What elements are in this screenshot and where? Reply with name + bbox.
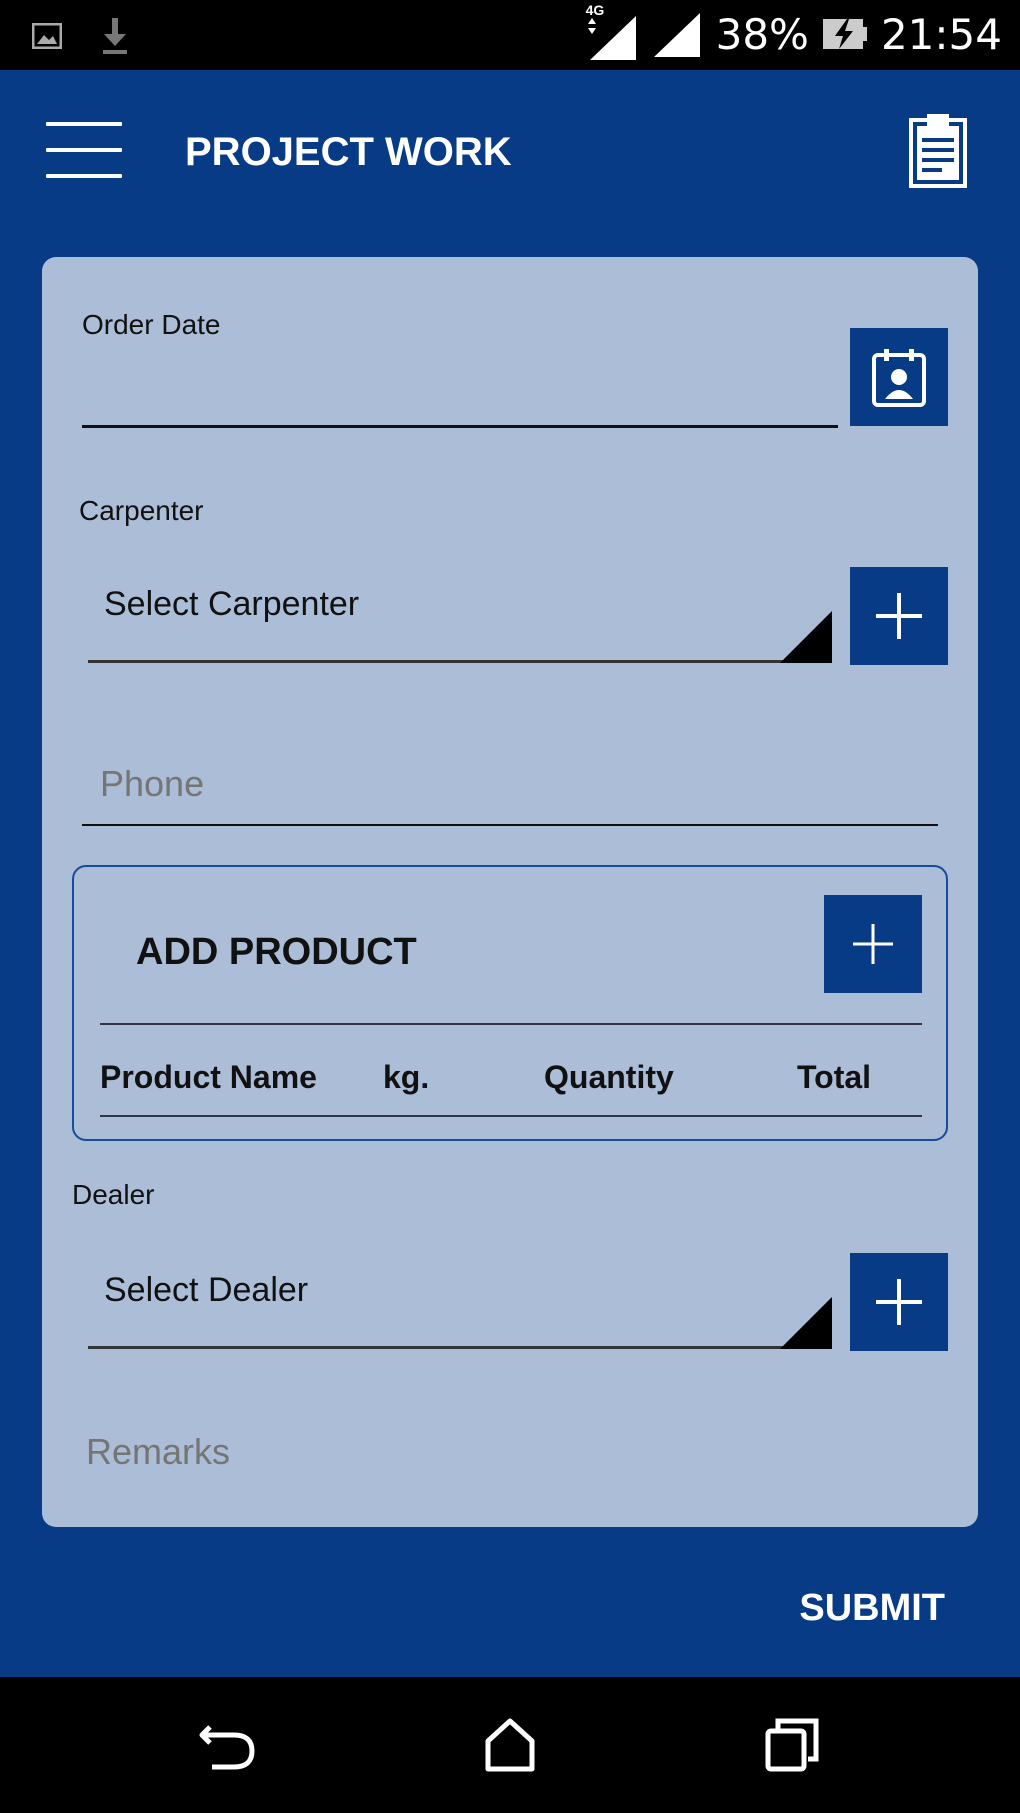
submit-button[interactable]: SUBMIT bbox=[799, 1587, 945, 1630]
add-dealer-button[interactable] bbox=[850, 1253, 948, 1351]
hamburger-icon bbox=[46, 122, 122, 126]
back-button[interactable] bbox=[196, 1713, 260, 1777]
home-icon bbox=[485, 1718, 535, 1772]
add-carpenter-button[interactable] bbox=[850, 567, 948, 665]
recents-button[interactable] bbox=[760, 1713, 824, 1777]
battery-charging-icon bbox=[822, 19, 867, 49]
calendar-icon bbox=[872, 349, 926, 407]
plus-icon bbox=[876, 1279, 922, 1325]
remarks-input[interactable] bbox=[84, 1423, 938, 1481]
order-date-input[interactable] bbox=[82, 357, 842, 409]
status-indicators: 4G 38% 21:54 bbox=[586, 2, 1002, 62]
page-title: PROJECT WORK bbox=[185, 130, 512, 174]
phone-underline bbox=[82, 824, 938, 826]
order-date-underline bbox=[82, 425, 838, 428]
dropdown-arrow-icon bbox=[780, 611, 832, 663]
clipboard-button[interactable] bbox=[908, 112, 968, 188]
plus-icon bbox=[876, 593, 922, 639]
phone-input[interactable] bbox=[98, 755, 902, 813]
column-quantity: Quantity bbox=[544, 1059, 674, 1095]
add-product-button[interactable] bbox=[824, 895, 922, 993]
notification-icons bbox=[32, 16, 130, 56]
form-card: Order Date Carpenter Select Carpenter AD… bbox=[42, 257, 978, 1527]
column-product-name: Product Name bbox=[100, 1059, 317, 1095]
carpenter-label: Carpenter bbox=[79, 495, 204, 526]
product-table-top-divider bbox=[100, 1023, 922, 1025]
plus-icon bbox=[853, 924, 893, 964]
product-table-header-divider bbox=[100, 1115, 922, 1117]
app-bar: PROJECT WORK bbox=[0, 70, 1020, 235]
recents-icon bbox=[765, 1718, 819, 1772]
image-notification-icon bbox=[32, 23, 62, 49]
battery-percent: 38% bbox=[715, 9, 809, 59]
carpenter-select[interactable]: Select Carpenter bbox=[88, 567, 832, 663]
column-kg: kg. bbox=[383, 1059, 430, 1095]
dealer-selected-value: Select Dealer bbox=[104, 1271, 309, 1309]
clock: 21:54 bbox=[880, 9, 1002, 59]
download-notification-icon bbox=[103, 18, 127, 54]
add-product-title: ADD PRODUCT bbox=[136, 931, 417, 973]
clipboard-icon bbox=[909, 114, 967, 188]
wifi-signal-icon bbox=[653, 13, 700, 57]
dropdown-arrow-icon bbox=[780, 1297, 832, 1349]
add-product-section: ADD PRODUCT Product Name kg. Quantity To… bbox=[72, 865, 948, 1141]
dealer-select[interactable]: Select Dealer bbox=[88, 1253, 832, 1349]
carpenter-selected-value: Select Carpenter bbox=[104, 585, 360, 623]
menu-button[interactable] bbox=[46, 122, 122, 182]
mobile-signal-icon: 4G bbox=[586, 2, 638, 62]
column-total: Total bbox=[797, 1059, 872, 1095]
order-date-label: Order Date bbox=[82, 309, 221, 340]
status-bar: 4G 38% 21:54 bbox=[0, 0, 1020, 70]
date-picker-button[interactable] bbox=[850, 328, 948, 426]
back-icon bbox=[199, 1725, 255, 1770]
home-button[interactable] bbox=[478, 1713, 542, 1777]
dealer-label: Dealer bbox=[72, 1179, 155, 1210]
system-nav-bar bbox=[0, 1677, 1020, 1813]
